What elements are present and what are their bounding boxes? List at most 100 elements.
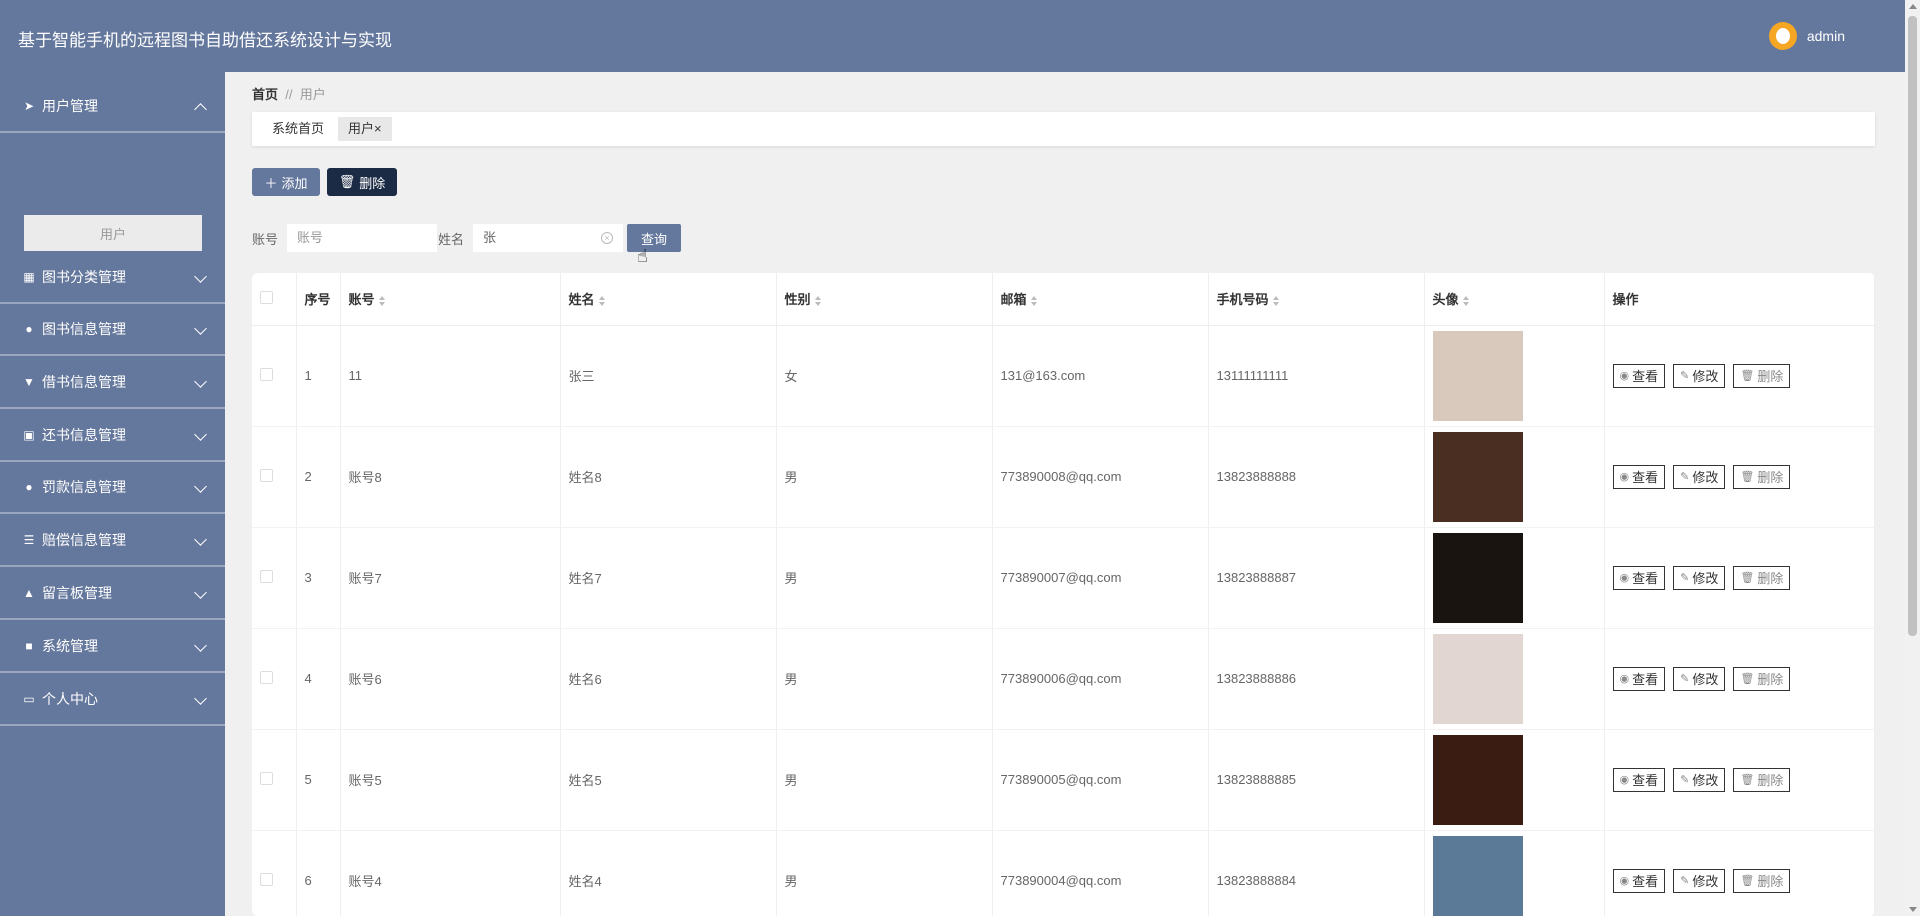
breadcrumb: 首页 // 用户 (252, 87, 326, 102)
sidebar-item-system-management[interactable]: ■ 系统管理 (0, 621, 225, 673)
cell-phone: 13823888884 (1208, 830, 1425, 916)
clear-icon[interactable]: × (601, 232, 614, 244)
search-bar: 账号 账号 姓名 张 × 查询 (252, 222, 682, 254)
checkbox[interactable] (260, 367, 273, 381)
view-button[interactable]: ◉ 查看 (1612, 363, 1666, 388)
view-button[interactable]: ◉ 查看 (1612, 767, 1666, 792)
edit-button[interactable]: ✎ 修改 (1673, 464, 1726, 489)
sidebar-item-personal-center[interactable]: ▭ 个人中心 (0, 674, 225, 726)
sort-icon (598, 295, 605, 306)
sidebar-item-compensation-info[interactable]: ☰ 赔偿信息管理 (0, 515, 225, 567)
col-gender[interactable]: 性别 (776, 273, 993, 326)
sidebar-item-message-board[interactable]: ▲ 留言板管理 (0, 568, 225, 620)
avatar-photo[interactable] (1432, 835, 1523, 916)
row-select[interactable] (252, 628, 297, 730)
cell-account: 11 (340, 325, 561, 427)
row-select[interactable] (252, 830, 297, 916)
select-all[interactable] (252, 273, 297, 326)
chevron-down-icon (194, 639, 207, 652)
checkbox[interactable] (260, 569, 273, 583)
row-select[interactable] (252, 325, 297, 427)
view-button[interactable]: ◉ 查看 (1612, 464, 1666, 489)
scroll-down-icon[interactable] (1909, 907, 1917, 912)
table-row: 2 账号8 姓名8 男 773890008@qq.com 13823888888… (252, 426, 1875, 528)
username[interactable]: admin (1807, 28, 1845, 44)
avatar-photo[interactable] (1432, 532, 1523, 623)
sidebar-item-borrow-info[interactable]: ▼ 借书信息管理 (0, 357, 225, 409)
edit-button[interactable]: ✎ 修改 (1673, 565, 1726, 590)
breadcrumb-home[interactable]: 首页 (252, 87, 278, 102)
cell-account: 账号4 (340, 830, 561, 916)
checkbox[interactable] (260, 290, 273, 304)
col-email[interactable]: 邮箱 (992, 273, 1209, 326)
sort-icon (1272, 295, 1279, 306)
cup-icon: ▼ (23, 375, 35, 389)
account-input[interactable]: 账号 (286, 223, 439, 253)
checkbox[interactable] (260, 670, 273, 684)
avatar-photo[interactable] (1432, 734, 1523, 825)
col-photo[interactable]: 头像 (1424, 273, 1605, 326)
close-icon[interactable]: × (374, 121, 382, 136)
sidebar-item-return-info[interactable]: ▣ 还书信息管理 (0, 410, 225, 462)
sidebar-item-book-category[interactable]: ▦ 图书分类管理 (0, 252, 225, 304)
edit-button[interactable]: ✎ 修改 (1673, 868, 1726, 893)
cell-email: 773890004@qq.com (992, 830, 1209, 916)
user-menu[interactable]: admin (1768, 22, 1845, 50)
delete-row-button[interactable]: 🗑 删除 (1733, 464, 1791, 489)
sidebar-item-user-management[interactable]: ➤ 用户管理 (0, 81, 225, 133)
cell-no: 4 (296, 628, 341, 730)
scroll-thumb[interactable] (1908, 16, 1917, 636)
eye-icon: ◉ (1619, 673, 1630, 685)
col-phone[interactable]: 手机号码 (1208, 273, 1425, 326)
edit-button[interactable]: ✎ 修改 (1673, 363, 1726, 388)
card-icon: ▭ (23, 692, 35, 706)
avatar[interactable] (1768, 22, 1797, 50)
row-select[interactable] (252, 729, 297, 831)
cell-gender: 女 (776, 325, 993, 427)
view-button[interactable]: ◉ 查看 (1612, 868, 1666, 893)
cell-account: 账号7 (340, 527, 561, 629)
avatar-photo[interactable] (1432, 330, 1523, 421)
delete-row-button[interactable]: 🗑 删除 (1733, 565, 1791, 590)
scroll-up-icon[interactable] (1909, 4, 1917, 9)
delete-row-button[interactable]: 🗑 删除 (1733, 767, 1791, 792)
sidebar-subitem-user[interactable]: 用户 (24, 215, 202, 251)
cell-ops: ◉ 查看 ✎ 修改 🗑 删除 (1604, 628, 1875, 730)
col-name[interactable]: 姓名 (560, 273, 777, 326)
tab-home[interactable]: 系统首页 (262, 117, 334, 141)
add-button[interactable]: ＋添加 (252, 168, 320, 196)
cell-phone: 13823888888 (1208, 426, 1425, 528)
delete-button[interactable]: 🗑 删除 (327, 168, 397, 196)
edit-icon: ✎ (1680, 774, 1690, 786)
row-select[interactable] (252, 527, 297, 629)
view-button[interactable]: ◉ 查看 (1612, 565, 1666, 590)
scrollbar[interactable] (1905, 0, 1920, 916)
checkbox[interactable] (260, 771, 273, 785)
tab-user[interactable]: 用户× (338, 117, 392, 141)
delete-row-button[interactable]: 🗑 删除 (1733, 363, 1791, 388)
table-row: 1 11 张三 女 131@163.com 13111111111 ◉ 查看 ✎ 修… (252, 325, 1875, 427)
col-account[interactable]: 账号 (340, 273, 561, 326)
row-select[interactable] (252, 426, 297, 528)
sort-icon (1462, 295, 1469, 306)
table-row: 3 账号7 姓名7 男 773890007@qq.com 13823888887… (252, 527, 1875, 629)
edit-button[interactable]: ✎ 修改 (1673, 767, 1726, 792)
checkbox[interactable] (260, 468, 273, 482)
grid-icon: ▦ (23, 270, 35, 284)
delete-row-button[interactable]: 🗑 删除 (1733, 868, 1791, 893)
name-input[interactable]: 张 × (472, 223, 625, 253)
avatar-photo[interactable] (1432, 633, 1523, 724)
delete-row-button[interactable]: 🗑 删除 (1733, 666, 1791, 691)
view-button[interactable]: ◉ 查看 (1612, 666, 1666, 691)
checkbox[interactable] (260, 872, 273, 886)
avatar-photo[interactable] (1432, 431, 1523, 522)
cell-no: 1 (296, 325, 341, 427)
sidebar-item-fine-info[interactable]: ● 罚款信息管理 (0, 462, 225, 514)
chevron-down-icon (194, 533, 207, 546)
query-button[interactable]: 查询 (627, 224, 682, 252)
cell-phone: 13111111111 (1208, 325, 1425, 427)
cell-photo (1424, 426, 1605, 528)
edit-button[interactable]: ✎ 修改 (1673, 666, 1726, 691)
sidebar-item-book-info[interactable]: ● 图书信息管理 (0, 304, 225, 356)
send-icon: ➤ (23, 99, 35, 113)
